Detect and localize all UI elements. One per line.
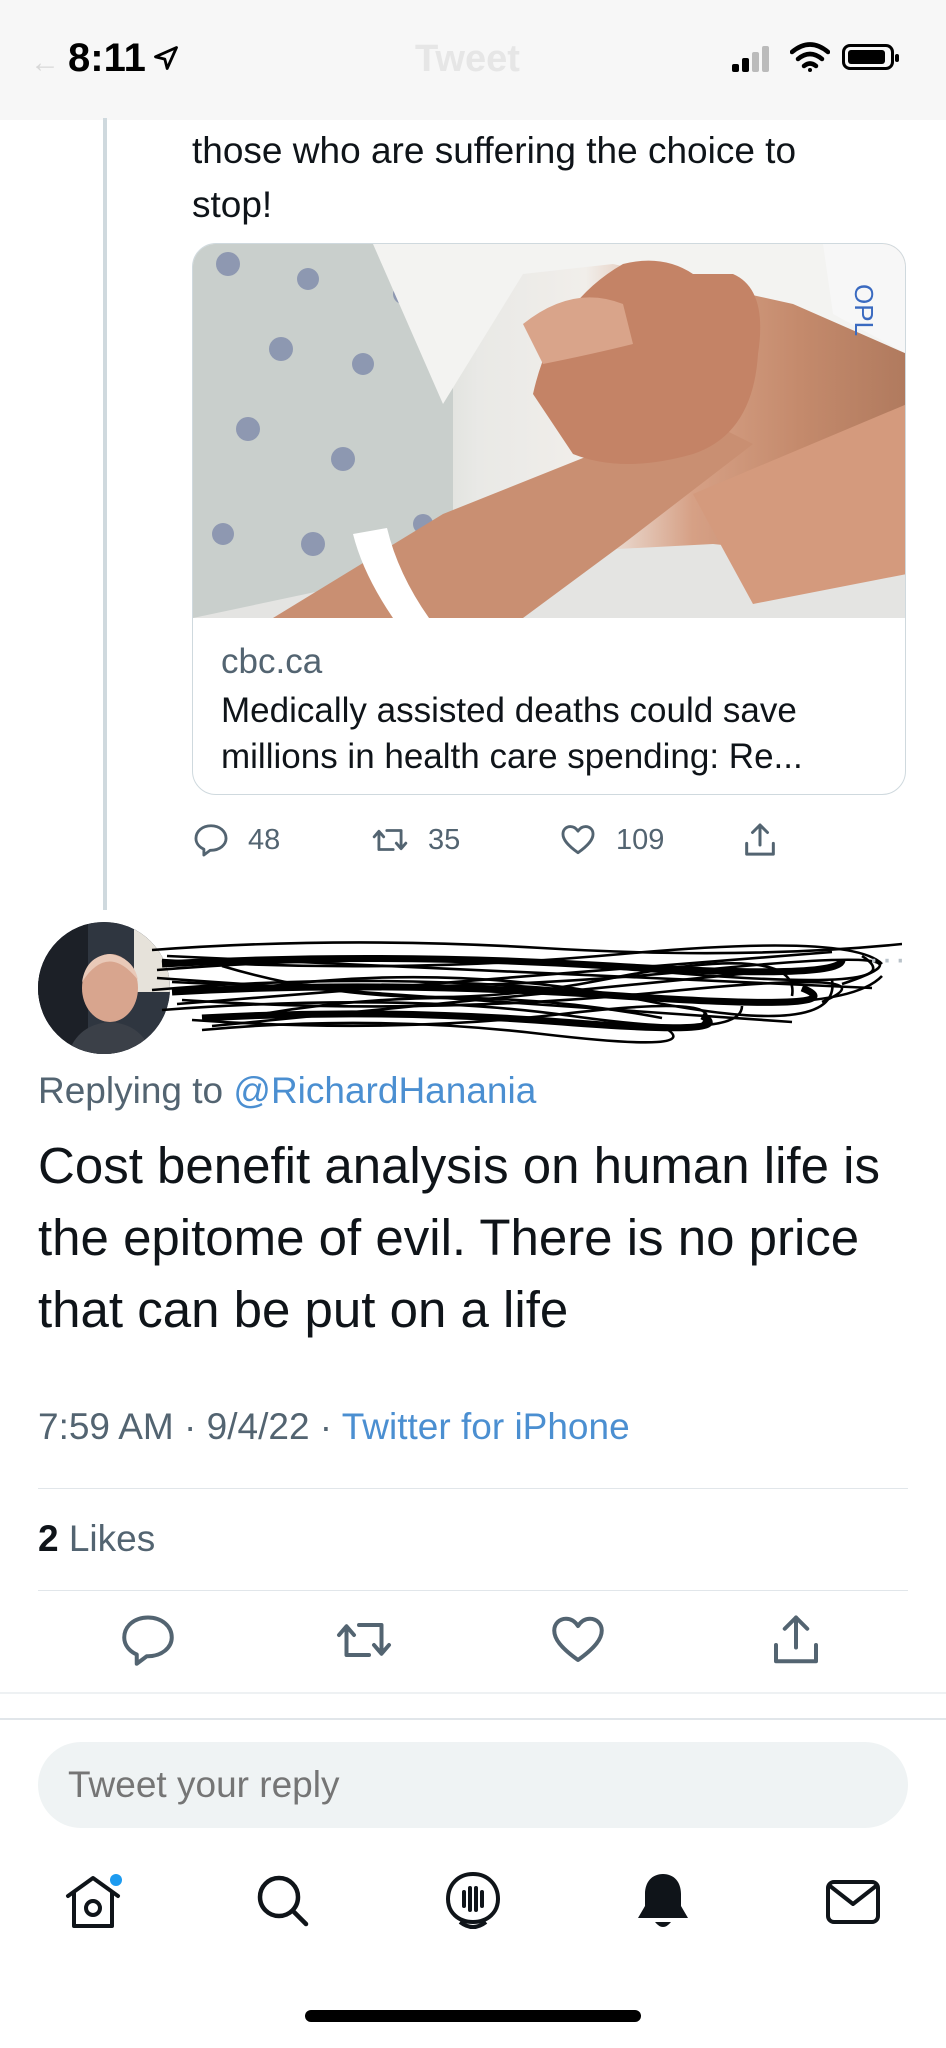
replying-to: Replying to @RichardHanania (38, 1070, 536, 1112)
location-arrow-icon (154, 46, 178, 70)
messages-icon (826, 1880, 880, 1924)
reply-tweet-text: Cost benefit analysis on human life is t… (38, 1137, 880, 1338)
svg-text:OPL: OPL (849, 284, 879, 336)
home-icon (66, 1874, 122, 1928)
parent-like-button[interactable]: 109 (558, 815, 664, 865)
parent-reply-button[interactable]: 48 (192, 815, 280, 865)
notification-dot (110, 1874, 122, 1886)
reply-icon (194, 824, 228, 857)
tab-home[interactable] (58, 1866, 128, 1936)
divider (38, 1488, 908, 1489)
tweet-time: 7:59 AM (38, 1406, 174, 1447)
share-icon[interactable] (766, 1610, 826, 1670)
link-card-title: Medically assisted deaths could save mil… (221, 691, 803, 776)
bottom-tab-bar (0, 1866, 946, 1966)
likes-count: 2 (38, 1518, 59, 1559)
like-count: 109 (616, 823, 665, 856)
notifications-icon (638, 1874, 688, 1927)
composer-border (0, 1718, 946, 1720)
status-time: 8:11 (68, 36, 146, 80)
replying-to-label: Replying to (38, 1070, 234, 1111)
search-icon (257, 1875, 309, 1927)
wifi-icon (790, 42, 830, 72)
spaces-icon (445, 1871, 501, 1929)
nav-title: Tweet (415, 38, 520, 80)
reply-icon[interactable] (118, 1610, 178, 1670)
tab-notifications[interactable] (628, 1866, 698, 1936)
tweet-metadata: 7:59 AM · 9/4/22 · Twitter for iPhone (38, 1406, 630, 1448)
reply-count: 48 (248, 823, 281, 856)
parent-share-button[interactable] (740, 815, 780, 865)
likes-label: Likes (58, 1518, 156, 1559)
link-preview-card[interactable]: OPL cbc.ca Medically assisted deaths cou… (192, 243, 906, 795)
home-indicator (305, 2010, 641, 2022)
link-card-domain: cbc.ca (221, 642, 323, 681)
replying-to-handle-link[interactable]: @RichardHanania (233, 1070, 536, 1111)
parent-tweet-text: those who are suffering the choice to st… (192, 130, 797, 225)
link-preview-image: OPL (193, 244, 905, 618)
redacted-user-name (151, 941, 902, 1044)
back-arrow-icon[interactable]: ← (30, 46, 60, 80)
reply-tweet-actions (0, 1610, 946, 1680)
more-options-icon[interactable]: ··· (868, 940, 908, 979)
tab-spaces[interactable] (438, 1866, 508, 1936)
tweet-date: 9/4/22 (206, 1406, 310, 1447)
thread-connector-line (103, 118, 107, 910)
tab-search[interactable] (248, 1866, 318, 1936)
tab-messages[interactable] (818, 1866, 888, 1936)
retweet-icon (372, 829, 408, 851)
share-icon (745, 823, 775, 856)
retweet-icon[interactable] (334, 1610, 394, 1670)
tweet-source-link[interactable]: Twitter for iPhone (342, 1406, 630, 1447)
meta-separator: · (309, 1406, 342, 1447)
parent-retweet-button[interactable]: 35 (370, 815, 460, 865)
retweet-count: 35 (428, 823, 461, 856)
parent-tweet-actions: 48 35 109 (192, 815, 812, 865)
like-icon[interactable] (548, 1610, 608, 1670)
likes-summary[interactable]: 2 Likes (38, 1518, 155, 1560)
section-divider (0, 1692, 946, 1694)
battery-icon (842, 44, 899, 70)
like-icon (561, 825, 595, 855)
divider (38, 1590, 908, 1591)
tweet-reply-input[interactable] (38, 1742, 908, 1828)
meta-separator: · (173, 1406, 207, 1447)
cellular-signal-icon (732, 44, 772, 72)
